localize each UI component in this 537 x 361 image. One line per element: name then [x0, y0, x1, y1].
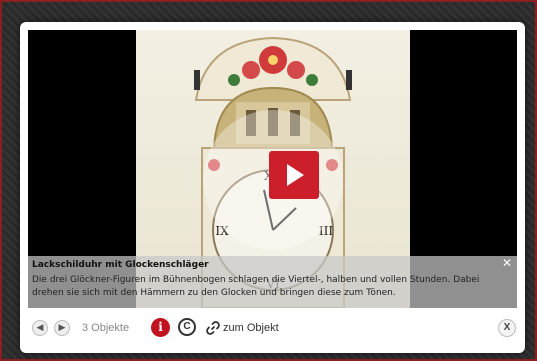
link-icon [206, 321, 220, 335]
play-button[interactable] [269, 151, 319, 199]
lightbox-footer: ◀ ▶ 3 Objekte i C zum Objekt X [28, 314, 517, 344]
copyright-icon[interactable]: C [178, 318, 196, 336]
lightbox-modal: XII III VI IX Lackschilduhr mit Glockens… [20, 22, 525, 353]
play-icon [287, 164, 304, 186]
object-count: 3 Objekte [82, 322, 130, 334]
previous-button[interactable]: ◀ [32, 320, 48, 336]
caption-title: Lackschilduhr mit Glockenschläger [32, 260, 209, 270]
object-link-label: zum Objekt [223, 322, 279, 334]
caption-close-icon[interactable]: ✕ [501, 257, 513, 269]
next-button[interactable]: ▶ [54, 320, 70, 336]
info-icon[interactable]: i [151, 318, 170, 337]
caption-panel: Lackschilduhr mit Glockenschläger Die dr… [28, 256, 517, 308]
caption-text: Die drei Glöckner-Figuren im Bühnenbogen… [32, 275, 480, 298]
close-button[interactable]: X [498, 319, 516, 337]
